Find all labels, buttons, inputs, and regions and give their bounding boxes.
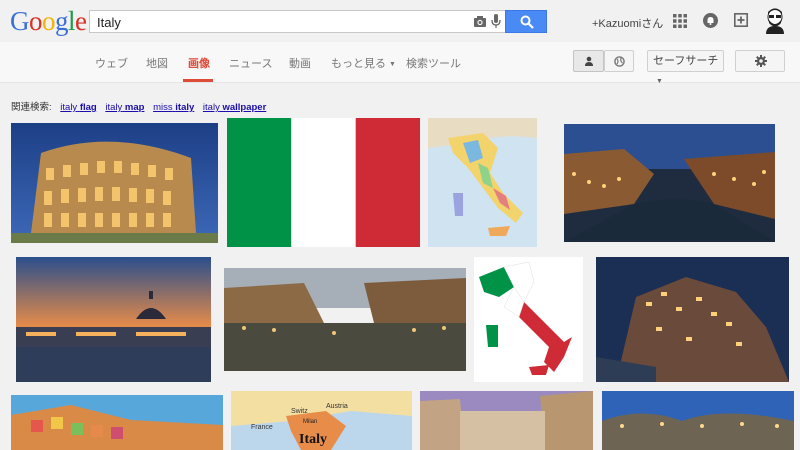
image-result-old-town-street[interactable]	[420, 391, 593, 450]
map-label-switzerland: Switz	[291, 408, 308, 415]
safesearch-label: セーフサーチ	[653, 55, 719, 67]
image-result-rome-st-peters[interactable]	[16, 257, 211, 382]
italy-flag-image	[227, 118, 420, 247]
tab-more[interactable]: もっと見る ▼	[331, 55, 396, 71]
related-searches: 関連検索: italy flag italy map miss italy it…	[11, 99, 266, 113]
related-link-italy-flag[interactable]: italy flag	[60, 102, 96, 113]
old-town-street-image	[420, 391, 593, 450]
image-result-cinque-terre-night[interactable]	[596, 257, 789, 382]
related-link-miss-italy[interactable]: miss italy	[153, 102, 194, 113]
cinque-terre-night-image	[596, 257, 789, 382]
tab-search-tools[interactable]: 検索ツール	[406, 55, 461, 71]
globe-icon	[614, 56, 625, 67]
map-label-france: France	[251, 424, 273, 431]
chevron-down-icon: ▼	[656, 78, 663, 85]
active-tab-indicator	[183, 79, 213, 82]
tab-maps[interactable]: 地図	[146, 55, 168, 71]
hide-personal-results-button[interactable]	[604, 50, 634, 72]
image-result-italy-location-map[interactable]: France Switz Austria Milan Italy	[231, 391, 412, 450]
person-icon	[585, 56, 593, 66]
italy-location-map-image: France Switz Austria Milan Italy	[231, 391, 412, 450]
italy-flag-map-image	[474, 257, 583, 382]
settings-button[interactable]	[735, 50, 785, 72]
image-result-colorful-coast[interactable]	[11, 395, 223, 450]
map-label-austria: Austria	[326, 403, 348, 410]
tab-web[interactable]: ウェブ	[95, 55, 128, 71]
image-result-italy-regions-map[interactable]	[428, 118, 537, 247]
camera-icon[interactable]	[474, 16, 486, 27]
google-logo[interactable]: Google	[10, 7, 87, 35]
search-input[interactable]	[97, 14, 457, 30]
microphone-icon[interactable]	[491, 14, 501, 29]
chevron-down-icon: ▼	[389, 61, 396, 68]
tab-news[interactable]: ニュース	[229, 55, 272, 71]
italy-regions-map-image	[428, 118, 537, 247]
image-result-venice-grand-canal[interactable]	[224, 268, 466, 371]
personal-results-button[interactable]	[573, 50, 604, 72]
search-button[interactable]	[505, 10, 547, 33]
safesearch-dropdown[interactable]: セーフサーチ ▼	[647, 50, 724, 85]
rome-sunset-image	[16, 257, 211, 382]
related-link-italy-map[interactable]: italy map	[105, 102, 144, 113]
image-result-venice-canal-night[interactable]	[564, 124, 775, 242]
user-avatar[interactable]	[763, 8, 787, 34]
gear-icon	[755, 55, 767, 67]
colosseum-image	[11, 123, 218, 243]
venice-grand-canal-image	[224, 268, 466, 371]
user-name-link[interactable]: +Kazuomiさん	[592, 15, 663, 31]
image-result-colosseum[interactable]	[11, 123, 218, 243]
tab-more-label: もっと見る	[331, 58, 386, 70]
search-icon	[520, 15, 534, 29]
image-result-italy-flag[interactable]	[227, 118, 420, 247]
tab-videos[interactable]: 動画	[289, 55, 311, 71]
tab-images[interactable]: 画像	[188, 55, 210, 71]
top-header: Google +Kazuomiさん	[0, 0, 800, 42]
colorful-coast-image	[11, 395, 223, 450]
related-link-italy-wallpaper[interactable]: italy wallpaper	[203, 102, 266, 113]
image-result-italy-flag-map[interactable]	[474, 257, 583, 382]
image-result-sant-angelo-bridge[interactable]	[602, 391, 794, 450]
venice-canal-night-image	[564, 124, 775, 242]
search-box[interactable]	[89, 10, 505, 33]
share-plus-icon[interactable]	[734, 13, 748, 27]
related-searches-label: 関連検索:	[11, 102, 52, 113]
apps-grid-icon[interactable]	[673, 14, 687, 28]
notifications-bell-icon[interactable]	[703, 13, 718, 28]
map-label-italy: Italy	[299, 432, 327, 447]
sant-angelo-bridge-image	[602, 391, 794, 450]
map-label-milan: Milan	[303, 419, 317, 425]
